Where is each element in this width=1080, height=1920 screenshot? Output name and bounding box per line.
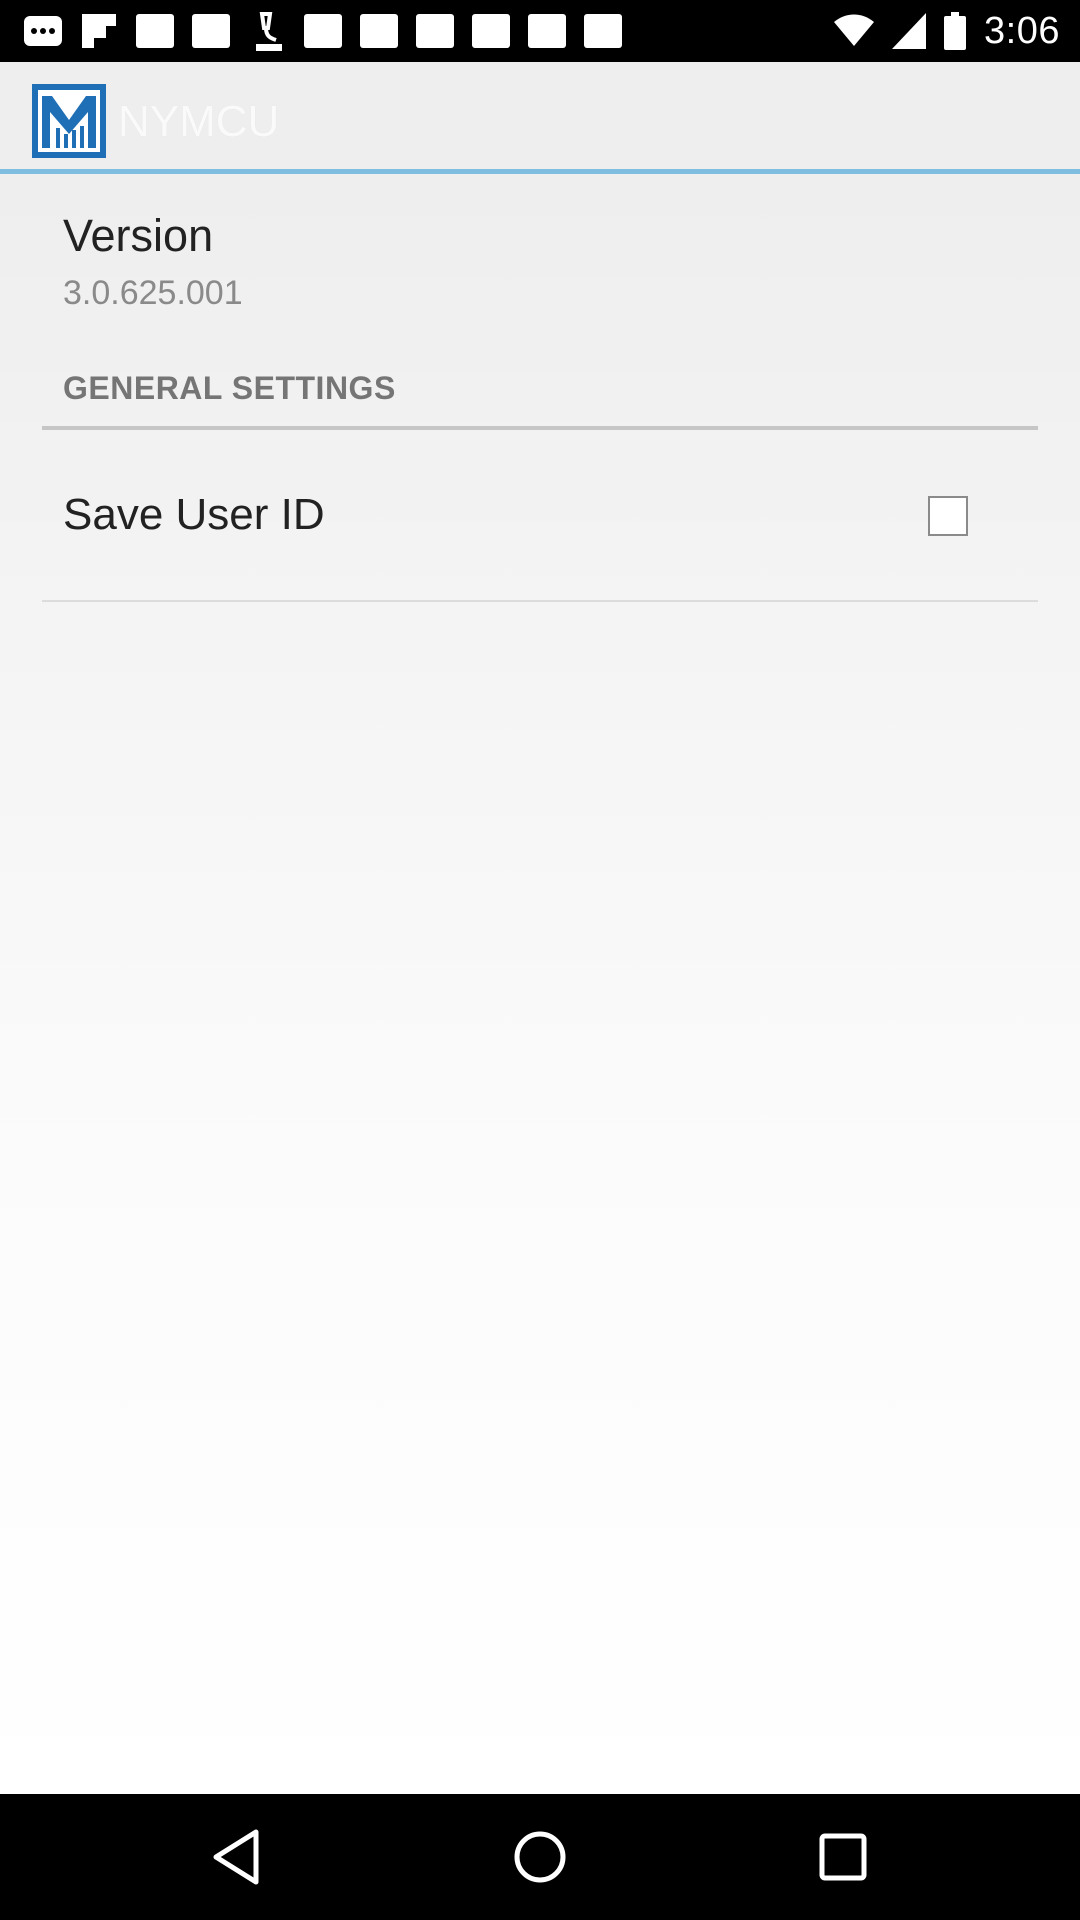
navigation-bar	[0, 1794, 1080, 1920]
save-user-id-preference[interactable]: Save User ID	[0, 430, 1080, 600]
status-time: 3:06	[984, 9, 1060, 52]
app-bar: NYMCU	[0, 62, 1080, 174]
blank-app-icon	[584, 14, 622, 48]
blank-app-icon	[528, 14, 566, 48]
row-divider	[42, 600, 1038, 602]
save-user-id-checkbox[interactable]	[928, 496, 968, 536]
blank-app-icon	[304, 14, 342, 48]
battery-icon	[944, 12, 967, 50]
settings-screen: Version 3.0.625.001 GENERAL SETTINGS Sav…	[0, 174, 1080, 1794]
section-header-general-settings: GENERAL SETTINGS	[63, 370, 396, 406]
notification-icons	[22, 10, 624, 52]
save-user-id-label: Save User ID	[63, 490, 325, 539]
blank-app-icon	[360, 14, 398, 48]
blank-app-icon	[416, 14, 454, 48]
app-title: NYMCU	[118, 97, 280, 146]
version-value: 3.0.625.001	[63, 274, 243, 312]
blank-app-icon	[472, 14, 510, 48]
flipboard-icon	[82, 14, 116, 48]
microscope-icon	[256, 12, 282, 51]
status-bar: 3:06	[0, 0, 1080, 62]
recents-icon[interactable]	[810, 1824, 876, 1890]
nymcu-logo	[32, 84, 106, 158]
more-horiz-icon	[24, 16, 62, 46]
blank-app-icon	[136, 14, 174, 48]
home-icon[interactable]	[507, 1824, 573, 1890]
signal-icon	[892, 13, 927, 49]
wifi-icon	[834, 14, 875, 46]
back-icon[interactable]	[204, 1824, 270, 1890]
system-status-icons: 3:06	[834, 0, 1060, 62]
version-title: Version	[63, 210, 214, 261]
blank-app-icon	[192, 14, 230, 48]
